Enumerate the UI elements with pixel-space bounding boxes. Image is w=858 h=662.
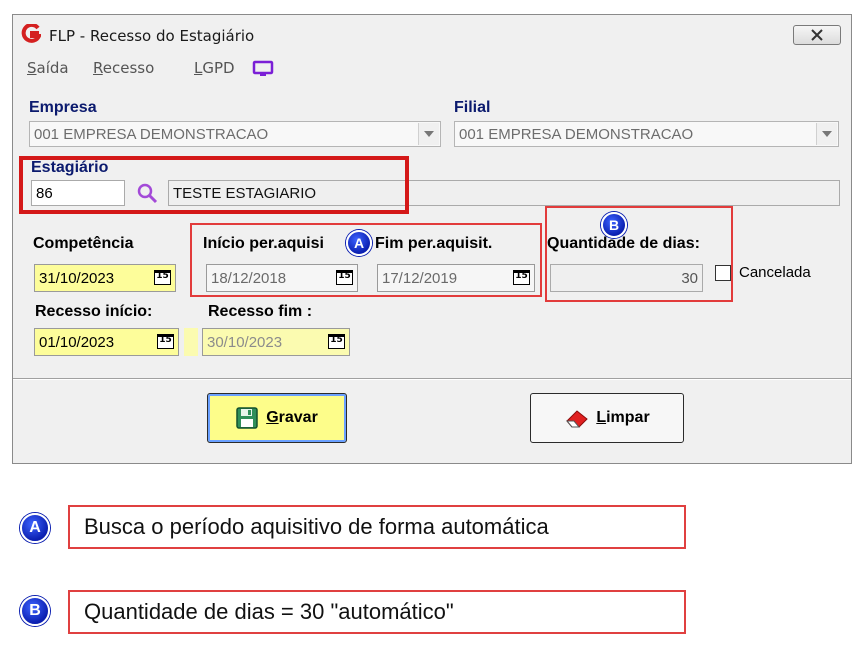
menu-saida[interactable]: Saída <box>27 59 69 77</box>
empresa-select[interactable]: 001 EMPRESA DEMONSTRACAO <box>29 121 441 147</box>
competencia-date-input[interactable]: 31/10/2023 15 <box>34 264 176 292</box>
calendar-icon[interactable]: 15 <box>328 334 345 349</box>
calendar-icon[interactable]: 15 <box>154 270 171 285</box>
filial-select[interactable]: 001 EMPRESA DEMONSTRACAO <box>454 121 839 147</box>
title-bar: FLP - Recesso do Estagiário <box>13 15 851 55</box>
calendar-icon[interactable]: 15 <box>513 270 530 285</box>
recesso-inicio-date-input[interactable]: 01/10/2023 15 <box>34 328 179 356</box>
note-b-row: B Quantidade de dias = 30 "automático" <box>14 588 704 638</box>
note-b-text: Quantidade de dias = 30 "automático" <box>68 590 686 634</box>
inicio-per-date-input[interactable]: 18/12/2018 15 <box>206 264 358 292</box>
chevron-down-icon[interactable] <box>418 123 439 145</box>
fim-per-label: Fim per.aquisit. <box>375 235 493 252</box>
note-a-badge: A <box>20 513 50 543</box>
window-title: FLP - Recesso do Estagiário <box>49 27 255 45</box>
cancelada-checkbox[interactable] <box>715 265 731 281</box>
app-window: FLP - Recesso do Estagiário Saída Recess… <box>12 14 852 464</box>
eraser-icon <box>566 410 589 428</box>
app-logo-icon <box>21 24 41 43</box>
monitor-icon[interactable] <box>252 60 274 78</box>
empresa-label: Empresa <box>29 99 97 116</box>
menu-lgpd[interactable]: LGPD <box>194 59 235 77</box>
close-x-icon <box>811 29 823 41</box>
cancelada-label: Cancelada <box>739 264 811 281</box>
estagiario-highlight <box>19 156 409 214</box>
fim-per-date-input[interactable]: 17/12/2019 15 <box>377 264 535 292</box>
recesso-fim-label: Recesso fim : <box>208 303 313 320</box>
calendar-icon[interactable]: 15 <box>157 334 174 349</box>
recesso-fim-date-input[interactable]: 30/10/2023 15 <box>202 328 350 356</box>
recesso-inicio-label: Recesso início: <box>35 303 153 320</box>
note-b-badge: B <box>20 596 50 626</box>
chevron-down-icon[interactable] <box>816 123 837 145</box>
quantidade-dias-field: 30 <box>550 264 703 292</box>
note-a-text: Busca o período aquisitivo de forma auto… <box>68 505 686 549</box>
marker-a-badge: A <box>346 230 372 256</box>
note-a-row: A Busca o período aquisitivo de forma au… <box>14 503 704 553</box>
inicio-per-label: Início per.aquisi <box>203 235 324 252</box>
close-button[interactable] <box>793 25 841 45</box>
yellow-gap-decoration <box>184 328 198 356</box>
limpar-button[interactable]: Limpar <box>530 393 684 443</box>
separator <box>13 378 851 380</box>
save-disk-icon <box>236 407 258 429</box>
filial-label: Filial <box>454 99 491 116</box>
gravar-button[interactable]: Gravar <box>207 393 347 443</box>
calendar-icon[interactable]: 15 <box>336 270 353 285</box>
competencia-label: Competência <box>33 235 134 252</box>
menu-recesso[interactable]: Recesso <box>93 59 154 77</box>
quantidade-label: Quantidade de dias: <box>547 235 700 252</box>
